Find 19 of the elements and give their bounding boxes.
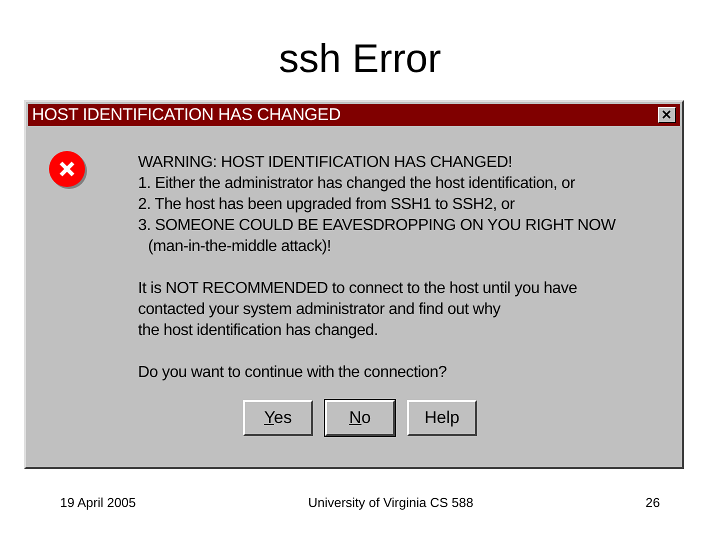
footer-date: 19 April 2005: [60, 495, 136, 510]
error-icon: [48, 150, 88, 190]
advice-line: It is NOT RECOMMENDED to connect to the host until you have: [138, 279, 578, 299]
slide-title: ssh Error: [278, 36, 442, 83]
dialog-button[interactable]: Help: [407, 400, 477, 436]
page-number: 26: [646, 495, 660, 510]
warning-line: 3. SOMEONE COULD BE EAVESDROPPING ON YOU RIGHT NOW: [138, 216, 616, 236]
window-title: HOST IDENTIFICATION HAS CHANGED: [32, 105, 341, 125]
warning-line: (man-in-the-middle attack)!: [147, 237, 332, 257]
warning-line: 2. The host has been upgraded from SSH1 to SSH2, or: [138, 195, 516, 215]
warning-line: 1. Either the administrator has changed the host identification, or: [138, 174, 576, 194]
question-text: Do you want to continue with the connection?: [138, 363, 448, 383]
dialog-button[interactable]: No: [325, 400, 395, 436]
warning-line: WARNING: HOST IDENTIFICATION HAS CHANGED!: [138, 153, 514, 173]
advice-line: contacted your system administrator and find out why: [138, 300, 502, 320]
advice-line: the host identification has changed.: [138, 321, 380, 341]
dialog-button[interactable]: Yes: [243, 400, 313, 436]
close-icon[interactable]: [658, 107, 676, 123]
footer-course: University of Virginia CS 588: [308, 495, 474, 510]
